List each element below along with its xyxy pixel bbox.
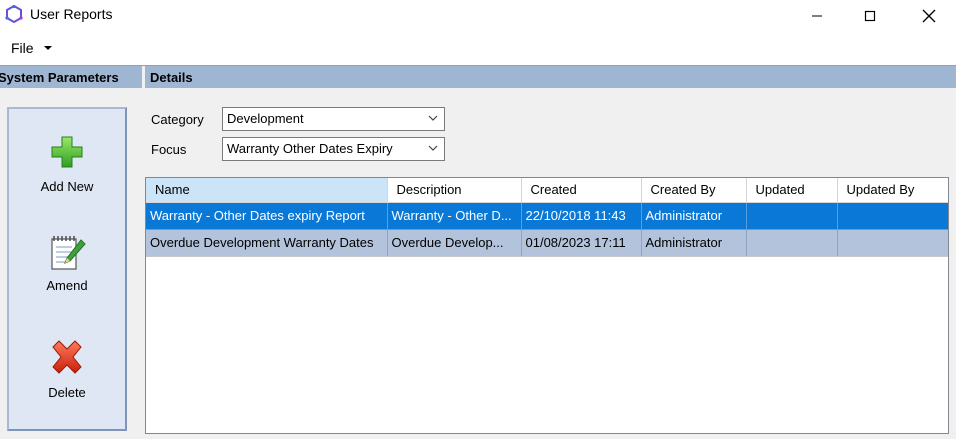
cell-description[interactable]: Warranty - Other D...	[387, 202, 522, 230]
table-row[interactable]: Warranty - Other Dates expiry Report War…	[146, 202, 948, 230]
add-new-label: Add New	[40, 179, 94, 194]
column-header-created-by[interactable]: Created By	[641, 178, 747, 203]
left-panel: Add New Amend Delete	[0, 88, 142, 439]
notepad-pencil-icon	[51, 236, 86, 270]
section-header-bar: System Parameters Details	[0, 65, 956, 89]
maximize-icon	[864, 10, 876, 21]
details-panel: Category Development Focus Warranty Othe…	[145, 88, 956, 439]
close-icon	[922, 9, 936, 22]
cell-updated[interactable]	[746, 202, 838, 230]
category-select[interactable]: Development	[222, 107, 445, 131]
column-header-updated[interactable]: Updated	[746, 178, 838, 203]
details-header: Details	[150, 70, 193, 85]
cell-created[interactable]: 22/10/2018 11:43	[521, 202, 642, 230]
category-value: Development	[227, 111, 304, 126]
app-logo-icon	[5, 5, 23, 23]
cell-name[interactable]: Overdue Development Warranty Dates	[146, 229, 388, 257]
cell-created-by[interactable]: Administrator	[641, 229, 747, 257]
column-header-created[interactable]: Created	[521, 178, 642, 203]
grid-header-row: Name Description Created Created By Upda…	[146, 178, 948, 203]
focus-value: Warranty Other Dates Expiry	[227, 141, 393, 156]
cell-created[interactable]: 01/08/2023 17:11	[521, 229, 642, 257]
column-header-updated-by[interactable]: Updated By	[837, 178, 948, 203]
maximize-button[interactable]	[847, 0, 893, 31]
chevron-down-icon	[428, 145, 438, 151]
focus-label: Focus	[151, 142, 187, 157]
cell-name[interactable]: Warranty - Other Dates expiry Report	[146, 202, 388, 230]
system-parameters-header: System Parameters	[0, 70, 119, 85]
cell-updated[interactable]	[746, 229, 838, 257]
menu-file[interactable]: File	[11, 40, 34, 56]
menu-bar: File	[0, 31, 956, 65]
delete-x-icon	[52, 340, 82, 374]
title-bar: User Reports	[0, 0, 956, 31]
table-row[interactable]: Overdue Development Warranty Dates Overd…	[146, 229, 948, 257]
add-plus-icon	[51, 136, 83, 168]
amend-label: Amend	[46, 278, 88, 293]
delete-label: Delete	[48, 385, 86, 400]
column-header-description[interactable]: Description	[387, 178, 522, 203]
add-new-button[interactable]: Add New	[9, 135, 125, 194]
chevron-down-icon	[428, 115, 438, 121]
cell-updated-by[interactable]	[837, 202, 948, 230]
focus-select[interactable]: Warranty Other Dates Expiry	[222, 137, 445, 161]
delete-button[interactable]: Delete	[9, 339, 125, 400]
close-button[interactable]	[906, 0, 952, 31]
action-toolbar: Add New Amend Delete	[7, 107, 127, 431]
cell-description[interactable]: Overdue Develop...	[387, 229, 522, 257]
column-header-name[interactable]: Name	[146, 178, 388, 203]
reports-grid[interactable]: Name Description Created Created By Upda…	[145, 177, 949, 434]
cell-created-by[interactable]: Administrator	[641, 202, 747, 230]
chevron-down-icon[interactable]	[44, 46, 52, 50]
amend-button[interactable]: Amend	[9, 233, 125, 293]
window-title: User Reports	[30, 6, 113, 22]
header-divider[interactable]	[142, 66, 145, 89]
category-label: Category	[151, 112, 204, 127]
cell-updated-by[interactable]	[837, 229, 948, 257]
minimize-button[interactable]	[794, 0, 840, 31]
reports-table: Name Description Created Created By Upda…	[146, 178, 948, 257]
minimize-icon	[812, 15, 822, 16]
